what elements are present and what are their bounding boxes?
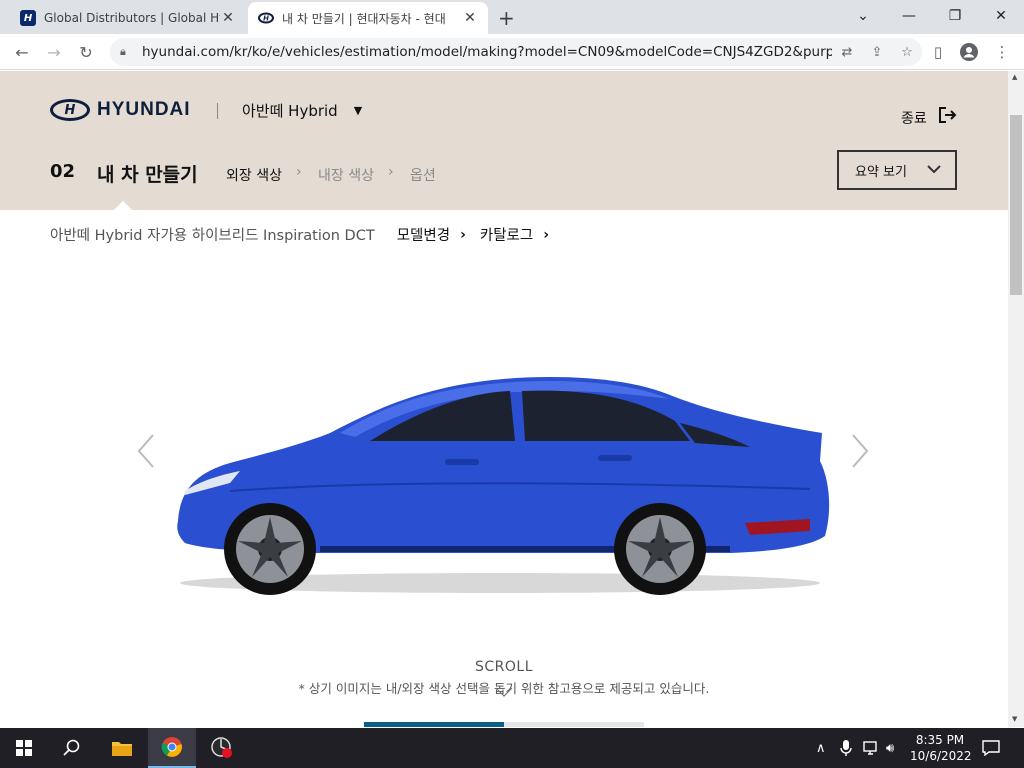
reload-icon[interactable]: ↻ bbox=[74, 40, 98, 64]
change-model-link[interactable]: 모델변경 › bbox=[397, 224, 466, 245]
catalog-label: 카탈로그 bbox=[479, 228, 534, 244]
step-number: 02 bbox=[50, 161, 76, 182]
catalog-link[interactable]: 카탈로그 › bbox=[480, 224, 549, 245]
volume-icon[interactable]: 🔊︎ bbox=[886, 728, 894, 768]
translate-icon[interactable]: ⇄ bbox=[832, 45, 862, 60]
bookmark-star-icon[interactable]: ☆ bbox=[892, 45, 922, 60]
header-band: H HYUNDAI 아반떼 Hybrid ▼ 종료 02 내 차 만들기 외장 … bbox=[0, 71, 1008, 210]
profile-avatar-icon[interactable] bbox=[957, 40, 981, 64]
lock-icon: 🔒︎ bbox=[120, 45, 126, 58]
model-info-line: 아반떼 Hybrid 자가용 하이브리드 Inspiration DCT 모델변… bbox=[50, 224, 549, 245]
car-door-handle bbox=[598, 455, 632, 461]
summary-button[interactable]: 요약 보기 bbox=[837, 150, 957, 190]
previous-view-arrow[interactable] bbox=[136, 433, 156, 478]
tab-title: Global Distributors | Global Hyun bbox=[44, 11, 220, 25]
system-clock[interactable]: 8:35 PM 10/6/2022 bbox=[910, 732, 972, 764]
hyundai-emblem-icon: H bbox=[50, 99, 90, 121]
scroll-hint: SCROLL bbox=[474, 659, 533, 675]
exit-icon bbox=[937, 105, 957, 130]
clock-date: 10/6/2022 bbox=[910, 749, 972, 763]
url-text: hyundai.com/kr/ko/e/vehicles/estimation/… bbox=[142, 44, 832, 60]
notifications-icon[interactable] bbox=[982, 728, 1000, 768]
show-hidden-icons-icon[interactable]: ∧ bbox=[816, 728, 826, 768]
car-door-handle bbox=[445, 459, 479, 465]
chevron-right-icon: › bbox=[388, 164, 394, 180]
restore-button[interactable]: ❐ bbox=[932, 0, 978, 32]
back-arrow-icon[interactable]: ← bbox=[10, 40, 34, 64]
model-dropdown[interactable]: 아반떼 Hybrid ▼ bbox=[242, 100, 362, 121]
close-window-button[interactable]: ✕ bbox=[978, 0, 1024, 32]
share-icon[interactable]: ⇪ bbox=[862, 45, 892, 60]
exit-label: 종료 bbox=[901, 110, 927, 127]
step-indicator-notch bbox=[114, 201, 132, 210]
windows-taskbar: ∧ 🔊︎ 8:35 PM 10/6/2022 bbox=[0, 728, 1024, 768]
change-model-label: 모델변경 bbox=[396, 228, 451, 244]
tab-build-my-car[interactable]: H 내 차 만들기 | 현대자동차 - 현대 ✕ bbox=[248, 2, 488, 34]
scroll-up-arrow-icon[interactable]: ▲ bbox=[1012, 73, 1017, 81]
step-options[interactable]: 옵션 bbox=[410, 165, 436, 185]
scroll-down-chevron-icon bbox=[495, 685, 513, 701]
summary-button-label: 요약 보기 bbox=[855, 164, 907, 180]
car-front-wheel bbox=[224, 503, 316, 595]
step-interior-color[interactable]: 내장 색상 bbox=[318, 165, 374, 185]
chevron-right-icon: › bbox=[460, 226, 466, 243]
search-icon[interactable] bbox=[48, 728, 96, 768]
next-view-arrow[interactable] bbox=[850, 433, 870, 478]
scrollbar-thumb[interactable] bbox=[1010, 115, 1022, 295]
view-progress-bar bbox=[364, 722, 644, 727]
file-explorer-icon[interactable] bbox=[98, 728, 146, 768]
step-title: 내 차 만들기 bbox=[97, 164, 198, 186]
network-icon[interactable] bbox=[862, 728, 880, 768]
divider bbox=[217, 103, 218, 119]
car-image[interactable] bbox=[170, 371, 835, 596]
chevron-down-icon bbox=[927, 163, 941, 178]
tab-global-distributors[interactable]: H Global Distributors | Global Hyun ✕ bbox=[10, 2, 246, 34]
model-dropdown-label: 아반떼 Hybrid bbox=[242, 102, 338, 120]
caret-down-icon: ▼ bbox=[353, 104, 363, 117]
tab-search-chevron-icon[interactable]: ⌄ bbox=[840, 0, 886, 32]
close-tab-icon[interactable]: ✕ bbox=[220, 10, 236, 26]
car-rear-wheel bbox=[614, 503, 706, 595]
windows-start-icon[interactable] bbox=[0, 728, 48, 768]
model-name: 아반떼 Hybrid 자가용 하이브리드 Inspiration DCT bbox=[50, 228, 375, 244]
minimize-button[interactable]: — bbox=[886, 0, 932, 32]
tab-title: 내 차 만들기 | 현대자동차 - 현대 bbox=[282, 11, 446, 26]
hyundai-logo[interactable]: H HYUNDAI bbox=[50, 99, 191, 121]
chevron-right-icon: › bbox=[543, 226, 550, 243]
side-panel-icon[interactable]: ▯ bbox=[926, 40, 950, 64]
clock-time: 8:35 PM bbox=[915, 733, 965, 747]
browser-toolbar: ← → ↻ 🔒︎ hyundai.com/kr/ko/e/vehicles/es… bbox=[0, 34, 1024, 70]
view-progress-fill bbox=[364, 722, 504, 727]
page-content: H HYUNDAI 아반떼 Hybrid ▼ 종료 02 내 차 만들기 외장 … bbox=[0, 71, 1008, 727]
chrome-icon[interactable] bbox=[148, 728, 196, 768]
exit-button[interactable]: 종료 bbox=[901, 105, 957, 130]
close-tab-icon[interactable]: ✕ bbox=[462, 10, 478, 26]
microphone-icon[interactable] bbox=[840, 728, 852, 768]
chevron-right-icon: › bbox=[296, 164, 302, 180]
address-bar[interactable]: 🔒︎ hyundai.com/kr/ko/e/vehicles/estimati… bbox=[110, 38, 922, 66]
hyundai-favicon-icon: H bbox=[258, 10, 274, 26]
new-tab-button[interactable]: + bbox=[498, 6, 515, 30]
hyundai-favicon-icon: H bbox=[20, 10, 36, 26]
browser-tab-bar: H Global Distributors | Global Hyun ✕ H … bbox=[0, 0, 1024, 34]
logo-wordmark: HYUNDAI bbox=[97, 99, 191, 120]
svg-text:H: H bbox=[263, 15, 269, 23]
scroll-down-arrow-icon[interactable]: ▼ bbox=[1012, 715, 1017, 723]
page-scrollbar[interactable]: ▲ ▼ bbox=[1008, 71, 1024, 727]
menu-kebab-icon[interactable]: ⋮ bbox=[990, 40, 1014, 64]
recording-app-icon[interactable] bbox=[198, 728, 246, 768]
step-exterior-color[interactable]: 외장 색상 bbox=[226, 165, 282, 185]
forward-arrow-icon[interactable]: → bbox=[42, 40, 66, 64]
